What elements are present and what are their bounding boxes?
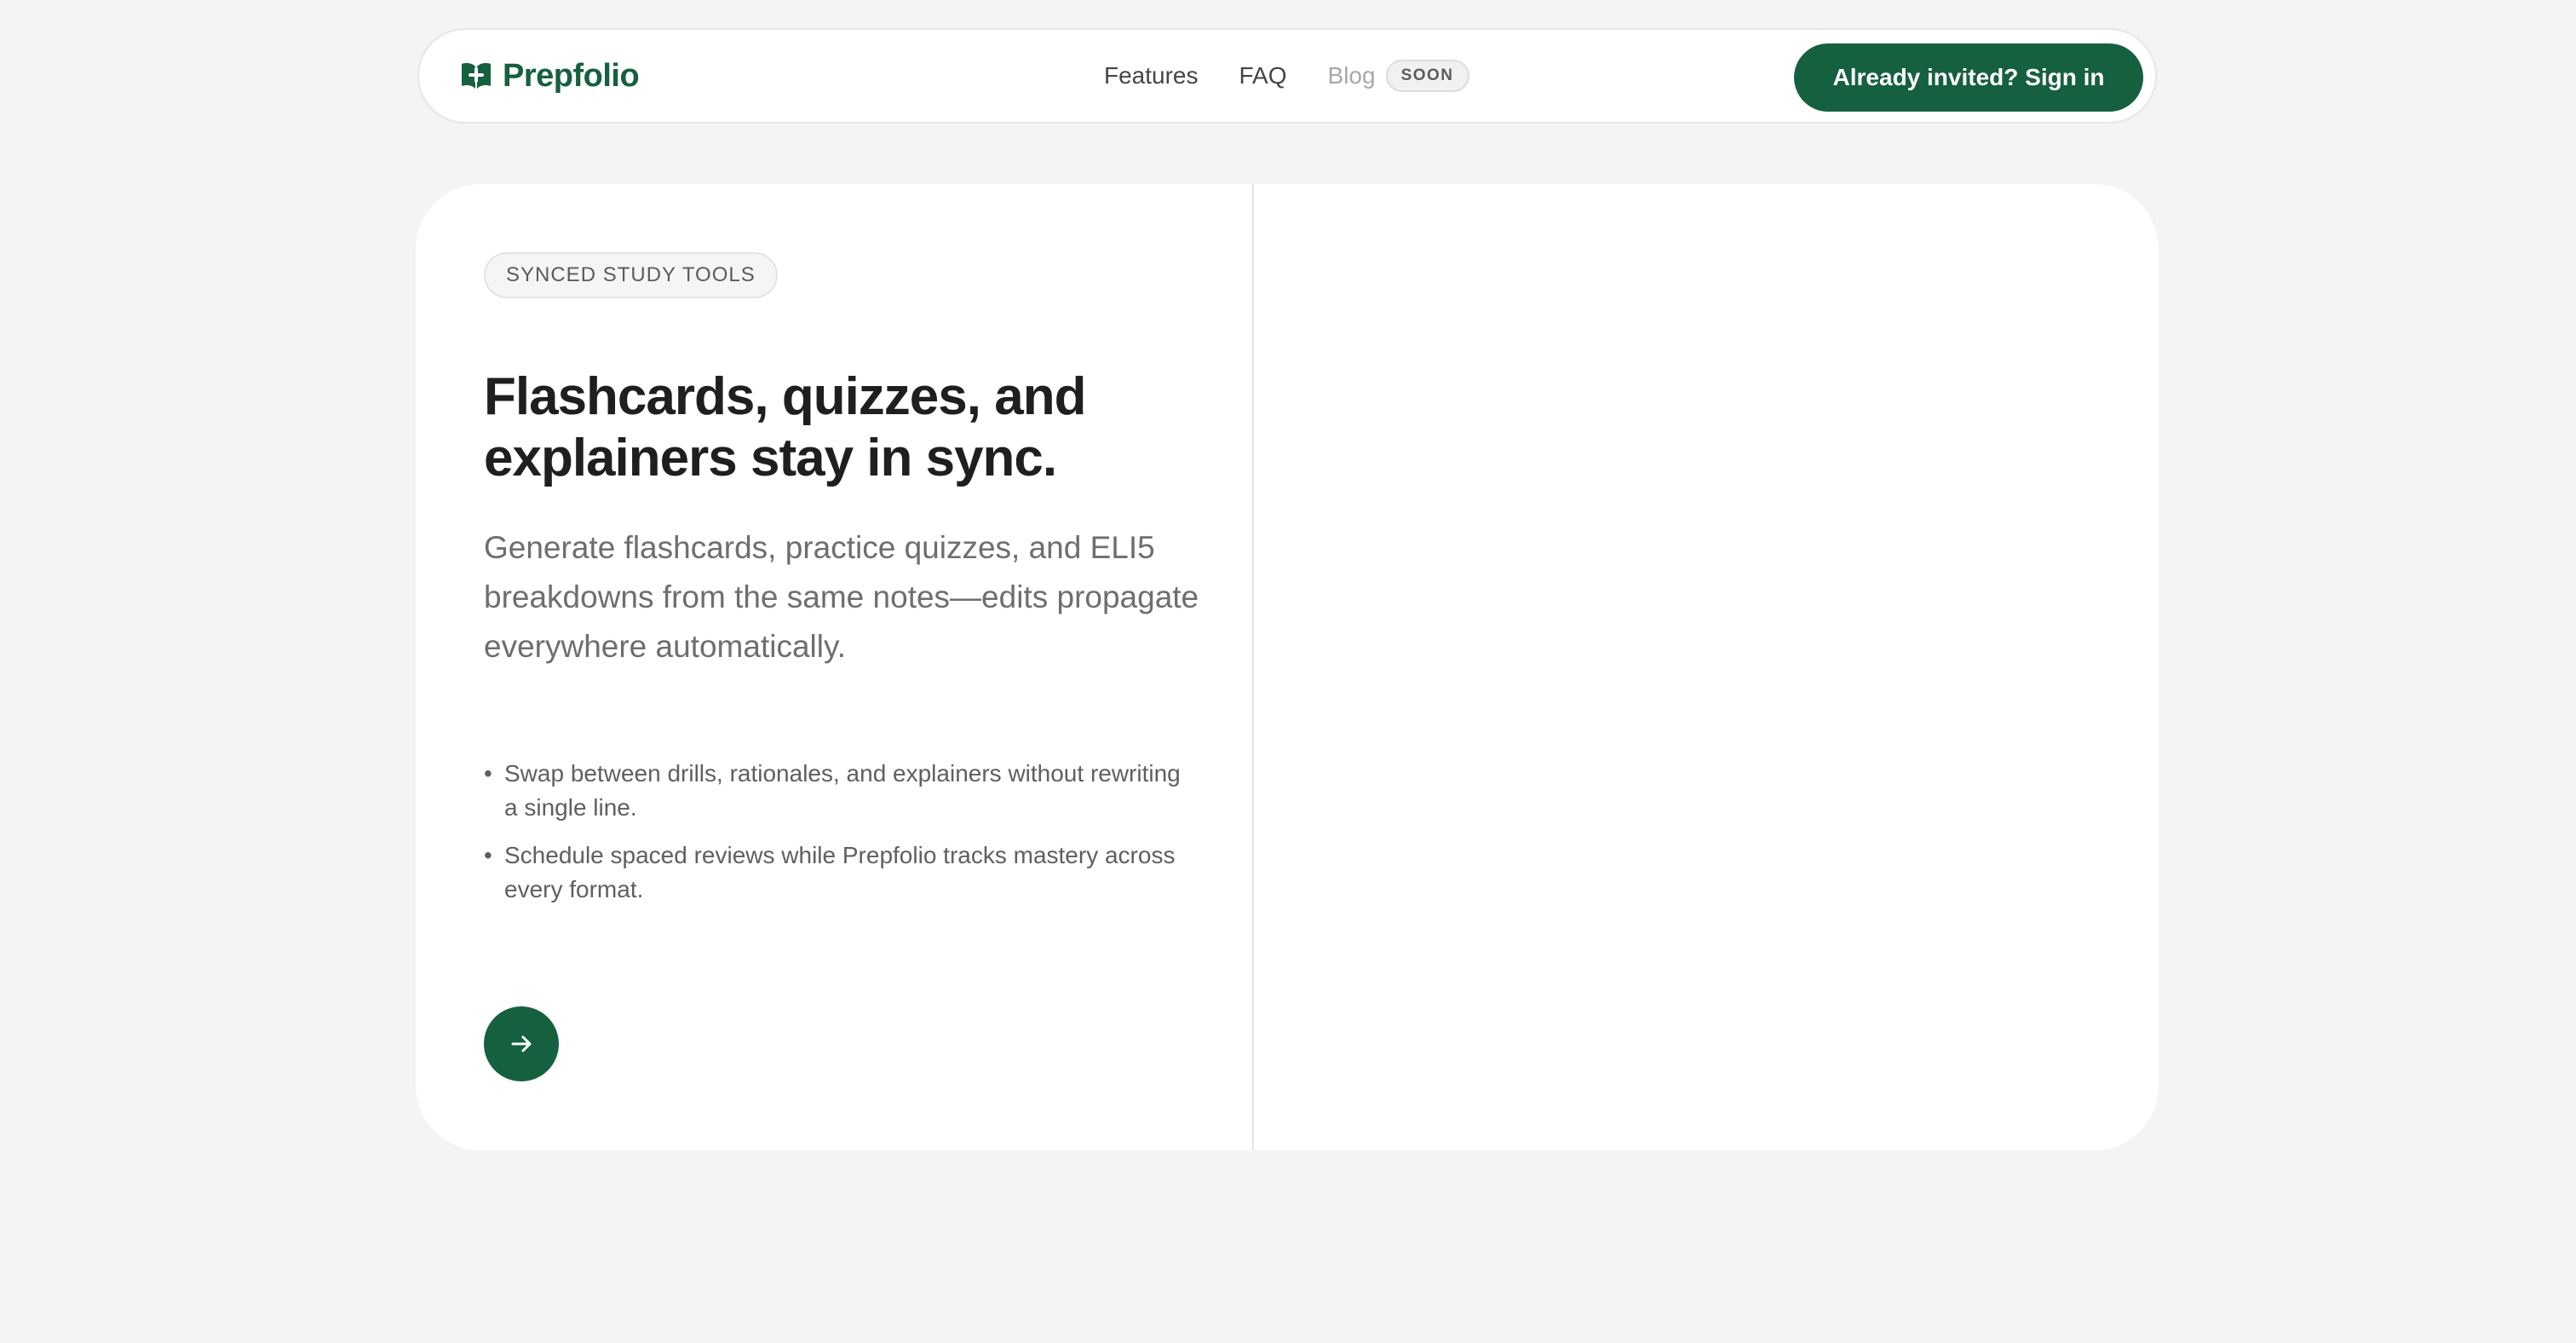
hero-subtitle: Generate flashcards, practice quizzes, a…: [484, 530, 1199, 664]
bullet-icon: •: [484, 760, 492, 787]
primary-nav: Features FAQ Blog SOON: [1104, 30, 1469, 122]
nav-link-features[interactable]: Features: [1104, 62, 1199, 89]
hero-content: SYNCED STUDY TOOLS Flashcards, quizzes, …: [484, 252, 1199, 920]
brand-logo-link[interactable]: Prepfolio: [460, 30, 640, 122]
book-icon: [460, 61, 492, 90]
top-navbar: Prepfolio Features FAQ Blog SOON Already…: [417, 28, 2157, 124]
list-item: • Swap between drills, rationales, and e…: [484, 757, 1199, 825]
feature-bullets: • Swap between drills, rationales, and e…: [484, 757, 1199, 907]
list-item: • Schedule spaced reviews while Prepfoli…: [484, 839, 1199, 907]
soon-badge: SOON: [1385, 60, 1469, 92]
nav-link-blog: Blog: [1327, 62, 1376, 89]
nav-link-faq[interactable]: FAQ: [1239, 62, 1287, 89]
hero-preview-panel: [1254, 184, 2159, 1150]
arrow-right-icon: [508, 1030, 535, 1058]
bullet-text: Swap between drills, rationales, and exp…: [504, 760, 1181, 821]
next-arrow-button[interactable]: [484, 1006, 559, 1081]
eyebrow-tag: SYNCED STUDY TOOLS: [484, 252, 778, 298]
hero-card: SYNCED STUDY TOOLS Flashcards, quizzes, …: [416, 184, 2159, 1150]
bullet-text: Schedule spaced reviews while Prepfolio …: [504, 842, 1176, 902]
brand-name: Prepfolio: [503, 57, 640, 94]
hero-title: Flashcards, quizzes, and explainers stay…: [484, 367, 1086, 487]
sign-in-button[interactable]: Already invited? Sign in: [1794, 43, 2143, 112]
bullet-icon: •: [484, 842, 492, 868]
